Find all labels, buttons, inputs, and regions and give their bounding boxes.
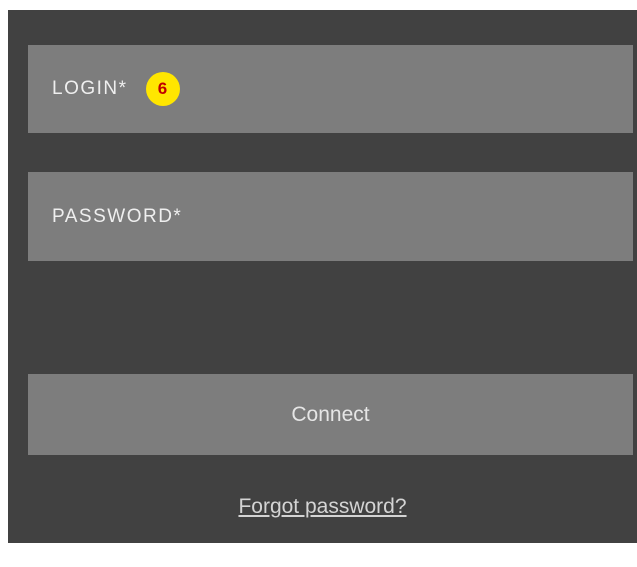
forgot-password-link[interactable]: Forgot password?	[8, 495, 637, 519]
connect-button[interactable]: Connect	[28, 374, 633, 455]
password-input[interactable]: PASSWORD*	[28, 172, 633, 261]
login-label: LOGIN*	[52, 78, 128, 99]
step-number-badge: 6	[145, 72, 180, 106]
password-label: PASSWORD*	[52, 205, 183, 227]
login-panel: LOGIN* 6 PASSWORD* Connect Forgot passwo…	[8, 10, 637, 543]
login-input[interactable]: LOGIN* 6	[28, 45, 633, 133]
